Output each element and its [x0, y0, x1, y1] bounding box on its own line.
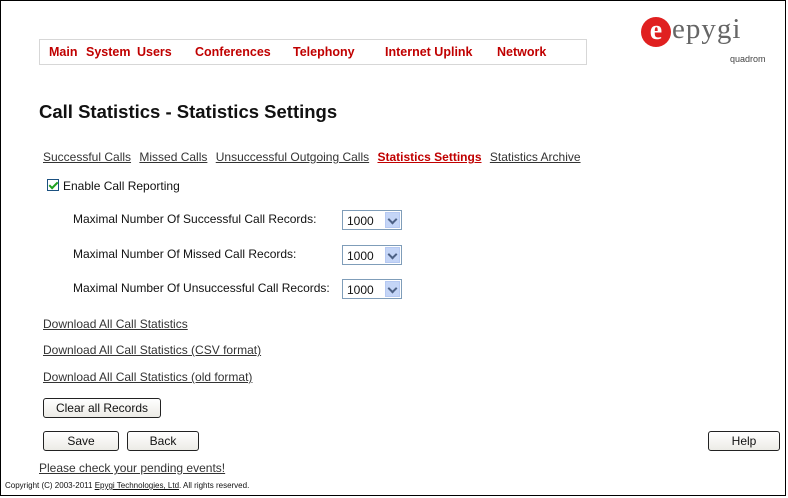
dropdown-arrow-icon[interactable]: [385, 247, 400, 263]
copyright-prefix: Copyright (C) 2003-2011: [5, 481, 95, 490]
page-frame: Main System Users Conferences Telephony …: [0, 0, 786, 496]
menu-item-main[interactable]: Main: [49, 45, 77, 59]
tab-successful-calls[interactable]: Successful Calls: [43, 150, 131, 164]
unsuccessful-records-value: 1000: [347, 283, 374, 297]
tab-missed-calls[interactable]: Missed Calls: [139, 150, 207, 164]
download-all-link[interactable]: Download All Call Statistics: [43, 317, 188, 331]
copyright-notice: Copyright (C) 2003-2011 Epygi Technologi…: [5, 481, 249, 490]
tab-unsuccessful-outgoing-calls[interactable]: Unsuccessful Outgoing Calls: [216, 150, 369, 164]
menu-item-system[interactable]: System: [86, 45, 130, 59]
missed-records-value: 1000: [347, 249, 374, 263]
main-menu: Main System Users Conferences Telephony …: [39, 39, 587, 65]
menu-item-users[interactable]: Users: [137, 45, 172, 59]
statistics-tabs: Successful Calls Missed Calls Unsuccessf…: [43, 150, 586, 164]
unsuccessful-records-label: Maximal Number Of Unsuccessful Call Reco…: [73, 281, 330, 295]
download-old-format-link[interactable]: Download All Call Statistics (old format…: [43, 370, 252, 384]
back-button[interactable]: Back: [127, 431, 199, 451]
dropdown-arrow-icon[interactable]: [385, 281, 400, 297]
menu-item-network[interactable]: Network: [497, 45, 546, 59]
epygi-logo: e epygi quadrom: [641, 13, 773, 73]
logo-product-name: quadrom: [730, 54, 766, 64]
dropdown-arrow-icon[interactable]: [385, 212, 400, 228]
download-csv-link[interactable]: Download All Call Statistics (CSV format…: [43, 343, 261, 357]
successful-records-select[interactable]: 1000: [342, 210, 402, 230]
save-button[interactable]: Save: [43, 431, 119, 451]
missed-records-label: Maximal Number Of Missed Call Records:: [73, 247, 297, 261]
successful-records-value: 1000: [347, 214, 374, 228]
logo-wordmark: epygi: [672, 13, 742, 45]
pending-events-link[interactable]: Please check your pending events!: [39, 461, 225, 475]
copyright-suffix: . All rights reserved.: [179, 481, 250, 490]
missed-records-select[interactable]: 1000: [342, 245, 402, 265]
enable-call-reporting-label: Enable Call Reporting: [63, 179, 180, 193]
menu-item-conferences[interactable]: Conferences: [195, 45, 271, 59]
menu-item-telephony[interactable]: Telephony: [293, 45, 355, 59]
successful-records-label: Maximal Number Of Successful Call Record…: [73, 212, 317, 226]
unsuccessful-records-select[interactable]: 1000: [342, 279, 402, 299]
help-button[interactable]: Help: [708, 431, 780, 451]
enable-call-reporting-checkbox[interactable]: [47, 179, 59, 191]
tab-statistics-settings[interactable]: Statistics Settings: [377, 150, 481, 164]
tab-statistics-archive[interactable]: Statistics Archive: [490, 150, 581, 164]
logo-e-icon: e: [641, 17, 671, 47]
menu-item-internet-uplink[interactable]: Internet Uplink: [385, 45, 473, 59]
page-title: Call Statistics - Statistics Settings: [39, 101, 338, 122]
clear-all-records-button[interactable]: Clear all Records: [43, 398, 161, 418]
company-link[interactable]: Epygi Technologies, Ltd: [95, 481, 179, 490]
